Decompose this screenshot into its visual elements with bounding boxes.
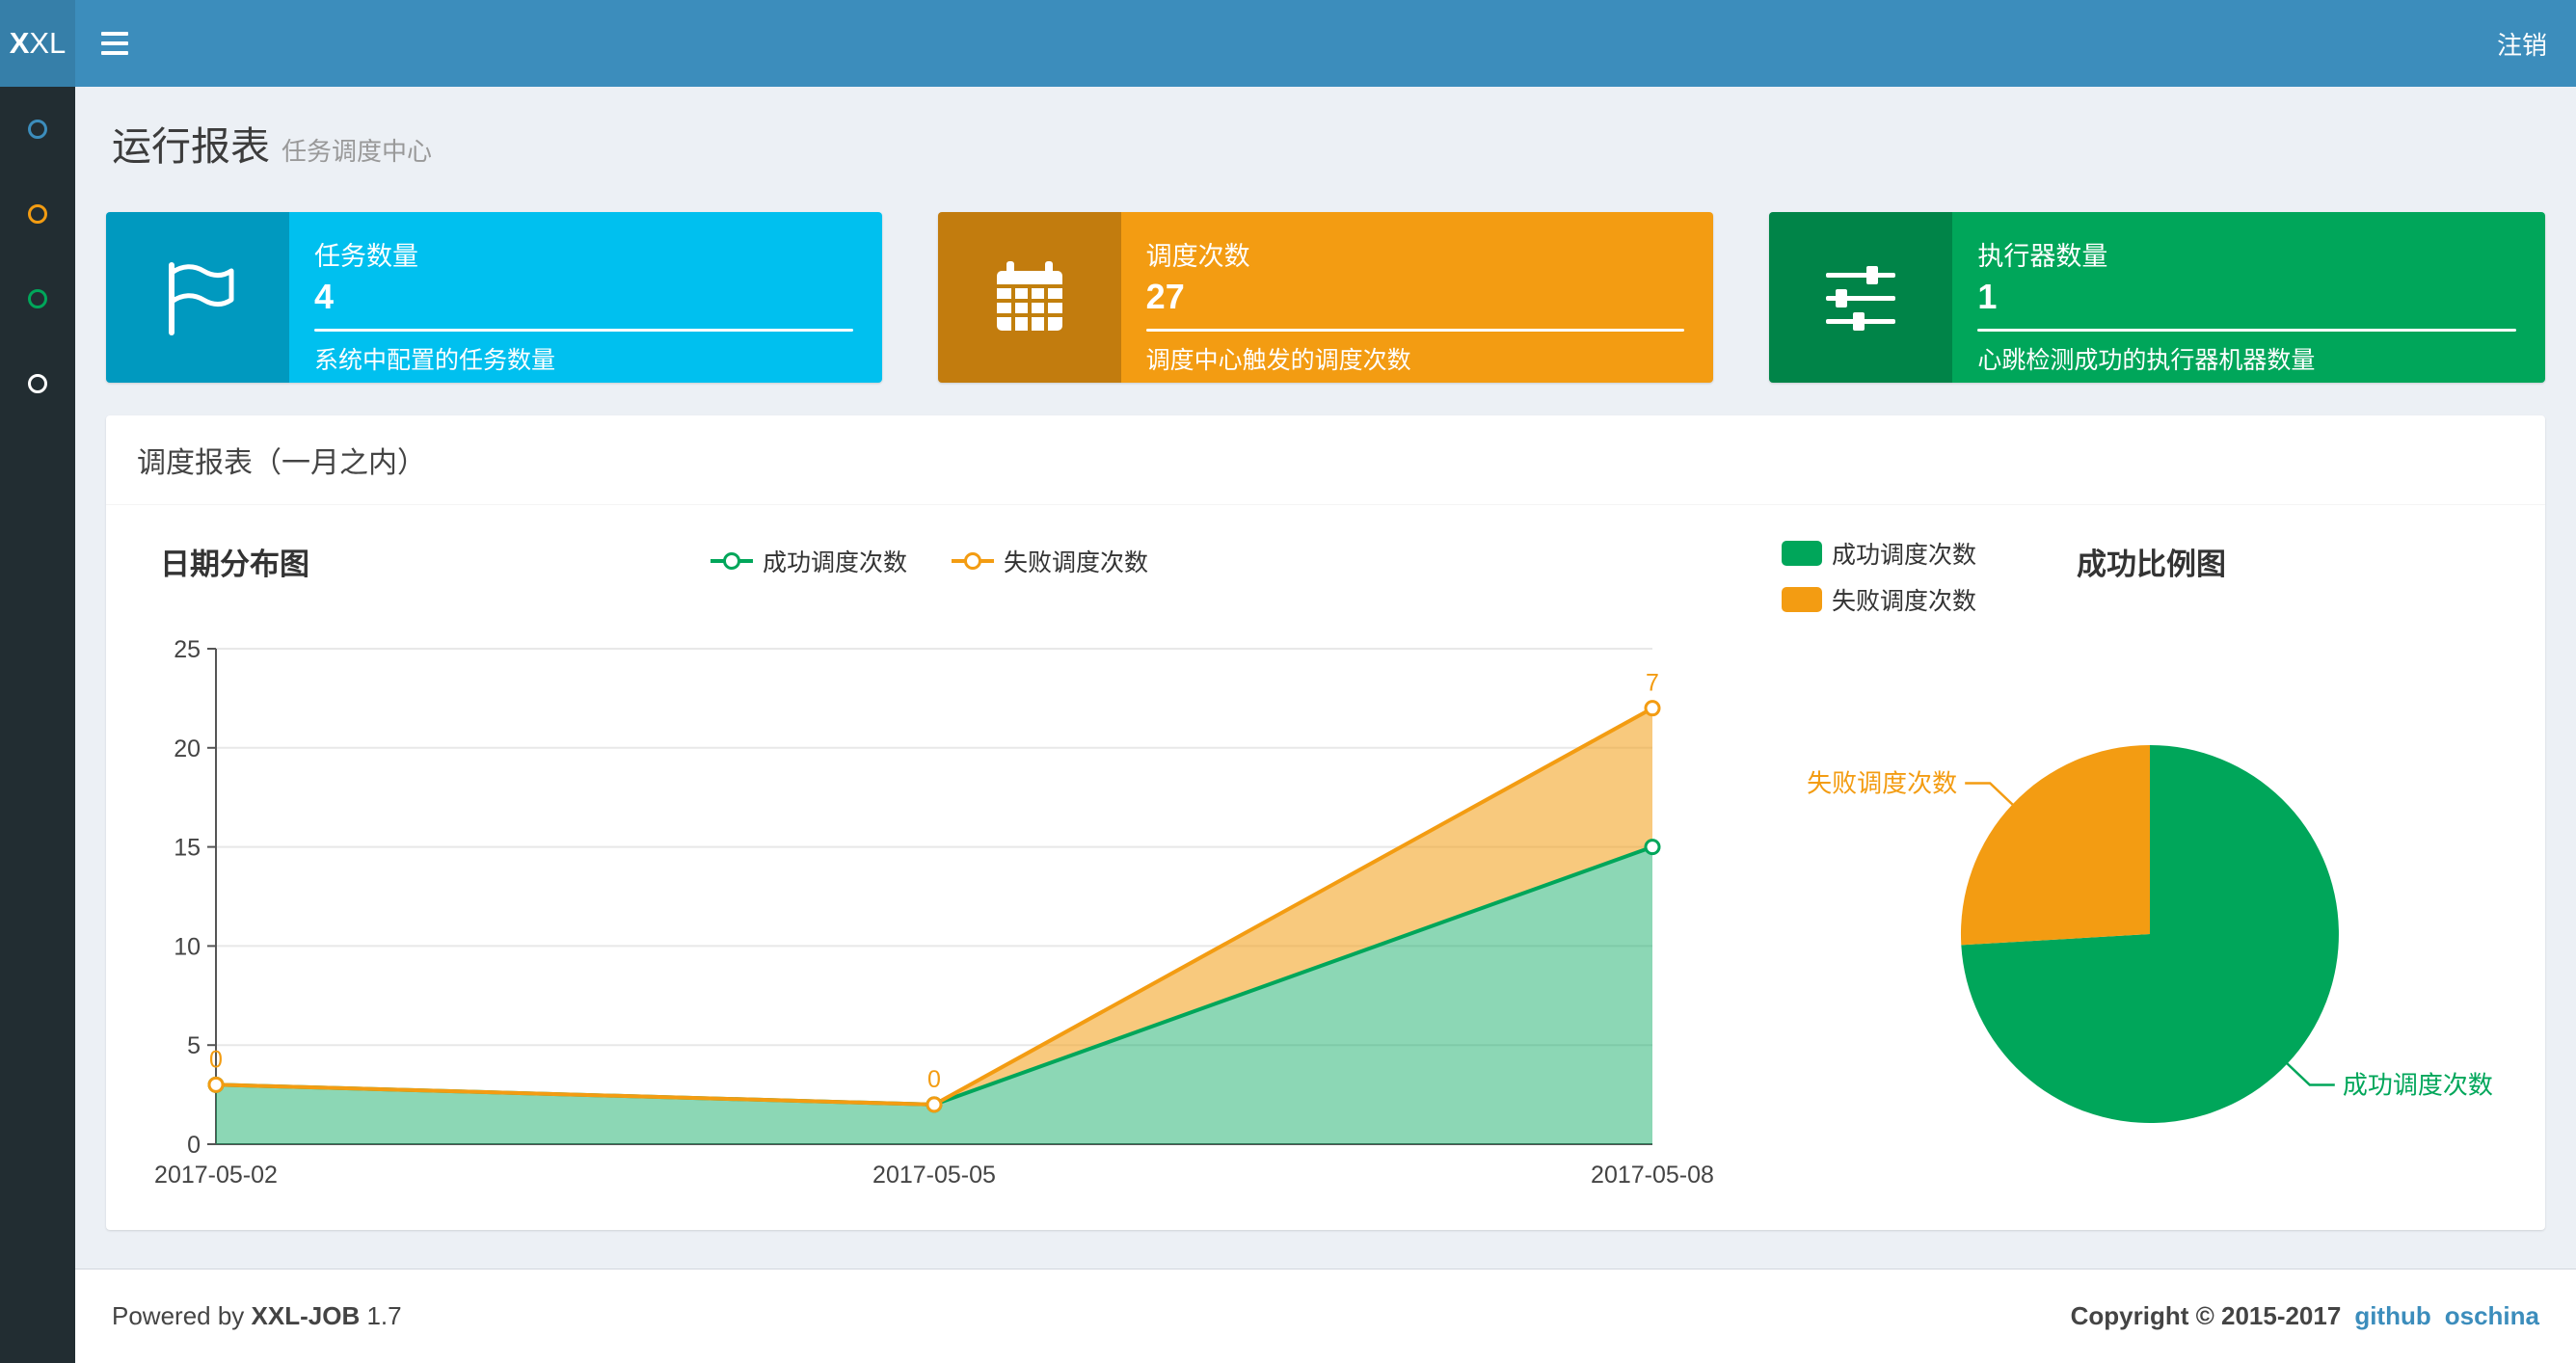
svg-text:25: 25 xyxy=(174,636,201,663)
pie-chart-svg[interactable]: 成功调度次数失败调度次数 xyxy=(1768,528,2576,1222)
legend-item[interactable]: 失败调度次数 xyxy=(1782,582,1976,617)
sidebar-item-3[interactable] xyxy=(0,256,75,341)
page-title: 运行报表 任务调度中心 xyxy=(112,114,2539,172)
line-chart-svg[interactable]: 05101520252017-05-02 2017-05-05 2017-05-08… xyxy=(139,596,1720,1222)
legend-item[interactable]: 成功调度次数 xyxy=(710,544,907,578)
stat-title: 调度次数 xyxy=(1145,242,1250,271)
stat-divider xyxy=(314,329,853,332)
circle-icon xyxy=(28,120,47,139)
circle-icon xyxy=(28,289,47,308)
top-navbar: X XL 注销 xyxy=(0,0,2576,87)
line-chart-title: 日期分布图 xyxy=(160,548,309,581)
circle-icon xyxy=(28,374,47,393)
main-content: 运行报表 任务调度中心 任务数量 4 系统中配置的任务数量 调度次数 27 调度… xyxy=(75,87,2576,1230)
page-title-text: 运行报表 xyxy=(112,124,270,169)
stats-row: 任务数量 4 系统中配置的任务数量 调度次数 27 调度中心触发的调度次数 执行… xyxy=(106,212,2546,383)
svg-text:0: 0 xyxy=(927,1066,941,1093)
panel-title: 调度报表（一月之内） xyxy=(106,415,2545,505)
stat-divider xyxy=(1977,329,2517,332)
logo[interactable]: X XL xyxy=(0,0,75,87)
line-chart-legend: 成功调度次数 失败调度次数 xyxy=(710,544,1148,578)
sidebar-item-2[interactable] xyxy=(0,172,75,256)
info-box-triggers: 调度次数 27 调度中心触发的调度次数 xyxy=(937,212,1714,383)
sliders-icon xyxy=(1769,212,1953,383)
svg-text:7: 7 xyxy=(1646,670,1659,697)
circle-icon xyxy=(28,204,47,224)
logo-bold: X xyxy=(9,26,30,60)
svg-text:0: 0 xyxy=(209,1046,223,1073)
svg-text:0: 0 xyxy=(187,1132,201,1159)
sidebar-item-1[interactable] xyxy=(0,87,75,172)
sidebar-toggle-button[interactable] xyxy=(75,0,154,87)
stat-title: 任务数量 xyxy=(314,242,418,271)
stat-description: 系统中配置的任务数量 xyxy=(314,347,556,374)
svg-text:2017-05-08: 2017-05-08 xyxy=(1591,1162,1714,1189)
copyright: Copyright © 2015-2017 github oschina xyxy=(2070,1301,2539,1330)
stat-value: 4 xyxy=(314,277,335,316)
stat-value: 1 xyxy=(1977,277,1998,316)
content-header: 运行报表 任务调度中心 xyxy=(75,87,2576,177)
sidebar xyxy=(0,87,75,1363)
info-box-tasks: 任务数量 4 系统中配置的任务数量 xyxy=(106,212,882,383)
svg-text:2017-05-05: 2017-05-05 xyxy=(872,1162,996,1189)
stat-title: 执行器数量 xyxy=(1977,242,2108,271)
svg-text:10: 10 xyxy=(174,933,201,960)
svg-text:失败调度次数: 失败调度次数 xyxy=(1807,769,1957,798)
report-panel: 调度报表（一月之内） 日期分布图 成功调度次数 失败调度次数 0 5 10 15 20 25… xyxy=(106,415,2545,1230)
svg-text:成功调度次数: 成功调度次数 xyxy=(2343,1070,2493,1099)
sidebar-item-4[interactable] xyxy=(0,341,75,426)
stat-value: 27 xyxy=(1145,277,1185,316)
logout-link[interactable]: 注销 xyxy=(2497,26,2547,62)
legend-item[interactable]: 成功调度次数 xyxy=(1782,536,1976,571)
logo-rest: XL xyxy=(29,26,67,60)
hamburger-icon xyxy=(101,32,128,36)
calendar-icon xyxy=(937,212,1121,383)
page-subtitle: 任务调度中心 xyxy=(282,137,433,166)
stat-description: 心跳检测成功的执行器机器数量 xyxy=(1977,347,2316,374)
line-chart: 日期分布图 成功调度次数 失败调度次数 0 5 10 15 20 25 2017-05-02 2… xyxy=(139,528,1720,1222)
pie-chart-legend: 成功调度次数 失败调度次数 xyxy=(1782,536,1976,617)
panel-body: 日期分布图 成功调度次数 失败调度次数 0 5 10 15 20 25 2017-05-02 2… xyxy=(106,505,2545,1230)
flag-icon xyxy=(106,212,289,383)
svg-text:15: 15 xyxy=(174,835,201,862)
info-box-executors: 执行器数量 1 心跳检测成功的执行器机器数量 xyxy=(1769,212,2546,383)
pie-chart: 成功调度次数 失败调度次数 成功比例图 成功调度次数 失败调度次数 xyxy=(1768,528,2576,1222)
svg-text:5: 5 xyxy=(187,1032,201,1059)
github-link[interactable]: github xyxy=(2354,1301,2430,1330)
stat-divider xyxy=(1145,329,1685,332)
powered-by: Powered by XXL-JOB 1.7 xyxy=(112,1301,402,1330)
footer: Powered by XXL-JOB 1.7 Copyright © 2015-… xyxy=(75,1269,2576,1363)
app-version: 1.7 xyxy=(366,1301,402,1330)
oschina-link[interactable]: oschina xyxy=(2445,1301,2539,1330)
stat-description: 调度中心触发的调度次数 xyxy=(1145,347,1411,374)
svg-text:2017-05-02: 2017-05-02 xyxy=(154,1162,278,1189)
svg-text:20: 20 xyxy=(174,735,201,762)
legend-item[interactable]: 失败调度次数 xyxy=(952,544,1148,578)
app-name: XXL-JOB xyxy=(251,1301,361,1330)
